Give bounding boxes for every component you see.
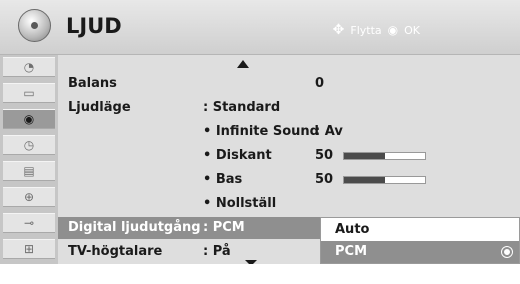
sidebar-item-picture[interactable]: ▭ — [3, 83, 55, 103]
sidebar-item-input[interactable]: ⊸ — [3, 213, 55, 233]
digital-audio-out-label: Digital ljudutgång — [68, 220, 201, 235]
reset-row[interactable]: • Nollställ — [58, 193, 520, 215]
sound-mode-label: Ljudläge — [68, 100, 131, 115]
treble-slider[interactable] — [343, 152, 426, 160]
move-cross-icon: ✥ — [332, 22, 345, 38]
clock-icon: ◷ — [23, 138, 35, 152]
sidebar-item-satellite[interactable]: ◔ — [3, 57, 55, 77]
input-plug-icon: ⊸ — [23, 216, 35, 230]
selected-radio-icon — [501, 246, 513, 258]
bass-slider[interactable] — [343, 176, 426, 184]
bass-row[interactable]: • Bas 50 — [58, 169, 520, 191]
sidebar-item-audio[interactable]: ◉ — [3, 109, 55, 129]
audio-disc-icon — [18, 9, 51, 42]
infinite-sound-value: : Av — [315, 124, 343, 139]
digital-audio-out-popup: Auto PCM — [320, 217, 520, 264]
balance-row[interactable]: Balans 0 — [58, 73, 520, 95]
scroll-down-arrow-icon[interactable] — [245, 260, 257, 264]
menu-header: LJUD ✥ Flytta ◉ OK — [0, 0, 520, 55]
infinite-sound-row[interactable]: • Infinite Sound : Av — [58, 121, 520, 143]
satellite-dish-icon: ◔ — [23, 60, 35, 74]
option-auto-label: Auto — [335, 222, 370, 237]
sidebar-item-time[interactable]: ◷ — [3, 135, 55, 155]
audio-disc-icon: ◉ — [23, 112, 35, 126]
reset-label: • Nollställ — [203, 196, 277, 211]
tv-speaker-value: : På — [203, 244, 231, 259]
lock-icon: ⊕ — [23, 190, 35, 204]
ok-radio-icon: ◉ — [387, 23, 399, 37]
infinite-sound-label: • Infinite Sound — [203, 124, 319, 139]
treble-slider-fill — [344, 153, 385, 159]
sidebar-item-usb[interactable]: ⊞ — [3, 239, 55, 259]
hint-move-label: Flytta — [350, 23, 382, 37]
option-auto[interactable]: Auto — [321, 219, 519, 241]
sound-menu-osd: LJUD ✥ Flytta ◉ OK ◔ ▭ ◉ ◷ ▤ ⊕ ⊸ ⊞ Balan… — [0, 0, 520, 264]
option-pcm-label: PCM — [335, 244, 368, 259]
bass-value: 50 — [315, 172, 334, 187]
category-sidebar: ◔ ▭ ◉ ◷ ▤ ⊕ ⊸ ⊞ — [0, 55, 58, 264]
usb-icon: ⊞ — [23, 242, 35, 256]
balance-value: 0 — [315, 76, 325, 91]
sound-mode-row[interactable]: Ljudläge : Standard — [58, 97, 520, 119]
bass-slider-fill — [344, 177, 385, 183]
sidebar-item-lock[interactable]: ⊕ — [3, 187, 55, 207]
balance-label: Balans — [68, 76, 117, 91]
calendar-icon: ▤ — [23, 164, 35, 178]
option-pcm[interactable]: PCM — [321, 241, 519, 263]
treble-row[interactable]: • Diskant 50 — [58, 145, 520, 167]
scroll-up-arrow-icon[interactable] — [237, 60, 249, 68]
tv-speaker-label: TV-högtalare — [68, 244, 163, 259]
bass-label: • Bas — [203, 172, 243, 187]
digital-audio-out-value: : PCM — [203, 220, 245, 235]
navigation-hint: ✥ Flytta ◉ OK — [333, 20, 420, 40]
sound-mode-value: : Standard — [203, 100, 281, 115]
menu-title: LJUD — [66, 14, 122, 38]
treble-value: 50 — [315, 148, 334, 163]
hint-ok-label: OK — [404, 23, 420, 37]
treble-label: • Diskant — [203, 148, 272, 163]
picture-icon: ▭ — [23, 86, 35, 100]
sidebar-item-options[interactable]: ▤ — [3, 161, 55, 181]
